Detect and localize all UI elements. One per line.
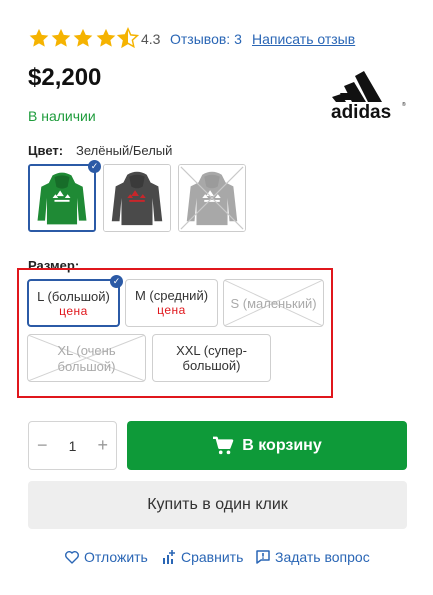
compare-link[interactable]: Сравнить — [161, 549, 243, 565]
size-price-note: цена — [157, 303, 186, 317]
size-label-xxl-line1: XXL (супер- — [176, 343, 247, 358]
reviews-link[interactable]: Отзывов: 3 — [170, 31, 242, 47]
selected-check-icon: ✓ — [110, 275, 123, 288]
color-swatch-grey-unavailable[interactable] — [178, 164, 246, 232]
chat-question-icon — [256, 550, 270, 564]
hoodie-image — [179, 165, 245, 231]
size-option-s[interactable]: S (маленький) — [223, 279, 324, 327]
adidas-logo: adidas ® — [331, 71, 406, 120]
star-icon — [29, 28, 49, 47]
buy-one-click-button[interactable]: Купить в один клик — [28, 481, 407, 529]
compare-label: Сравнить — [181, 549, 244, 565]
color-swatch-green[interactable] — [28, 164, 96, 232]
size-label-xl-line2: большой) — [57, 359, 116, 374]
qty-value[interactable]: 1 — [69, 438, 77, 454]
size-option-xl[interactable]: XL (очень большой) — [27, 334, 146, 382]
ask-question-label: Задать вопрос — [275, 549, 370, 565]
qty-minus-button[interactable]: − — [37, 435, 48, 456]
add-to-cart-label: В корзину — [242, 436, 322, 454]
product-price: $2,200 — [28, 64, 102, 91]
compare-icon — [163, 550, 175, 564]
write-review-link[interactable]: Написать отзыв — [252, 31, 355, 47]
qty-plus-button[interactable]: + — [97, 435, 108, 456]
cart-icon — [213, 436, 234, 454]
star-icon — [74, 28, 93, 47]
wishlist-label: Отложить — [84, 549, 148, 565]
quantity-stepper[interactable]: − 1 + — [28, 421, 117, 470]
svg-text:®: ® — [402, 101, 406, 108]
size-label-l: L (большой) — [37, 289, 110, 304]
color-label: Цвет: — [28, 143, 64, 158]
size-option-l[interactable]: L (большой) цена — [27, 279, 120, 327]
svg-text:adidas: adidas — [331, 102, 391, 120]
ask-question-link[interactable]: Задать вопрос — [255, 549, 370, 565]
wishlist-link[interactable]: Отложить — [64, 549, 148, 565]
color-value: Зелёный/Белый — [76, 143, 173, 158]
size-label-xl-line1: XL (очень — [57, 343, 116, 358]
size-option-xxl[interactable]: XXL (супер- большой) — [152, 334, 271, 382]
selected-check-icon: ✓ — [88, 160, 101, 173]
rating-value: 4.3 — [141, 31, 161, 47]
color-swatch-dark-grey[interactable] — [103, 164, 171, 232]
star-icon — [96, 28, 115, 47]
size-label-m: M (средний) — [134, 288, 209, 303]
star-icon — [51, 28, 71, 47]
heart-icon — [65, 551, 79, 564]
hoodie-image — [104, 165, 170, 231]
rating-stars — [28, 27, 139, 49]
add-to-cart-button[interactable]: В корзину — [127, 421, 407, 470]
star-half-icon — [116, 27, 139, 49]
hoodie-image — [30, 166, 94, 230]
size-price-note: цена — [59, 304, 88, 318]
size-option-m[interactable]: M (средний) цена — [125, 279, 218, 327]
size-label-xxl-line2: большой) — [182, 358, 241, 373]
size-label-s: S (маленький) — [230, 296, 317, 311]
availability-status: В наличии — [28, 108, 96, 124]
